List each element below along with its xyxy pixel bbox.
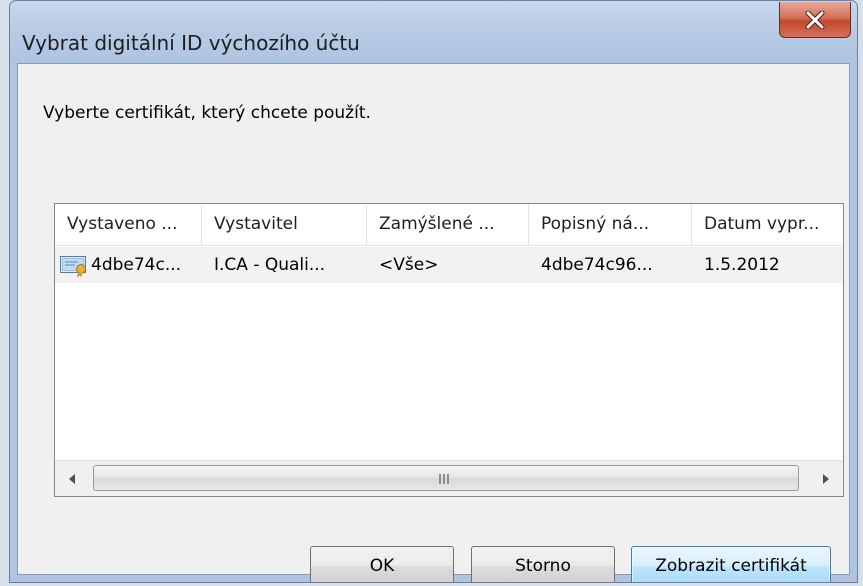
table-row[interactable]: 4dbe74c... I.CA - Quali... <Vše> 4dbe74c…: [55, 247, 843, 283]
grip-icon: [439, 474, 449, 484]
certificate-list[interactable]: Vystaveno ... Vystavitel Zamýšlené ... P…: [54, 203, 844, 497]
column-header-issued-to[interactable]: Vystaveno ...: [55, 204, 202, 245]
cell-issuer: I.CA - Quali...: [214, 255, 326, 275]
ok-button[interactable]: OK: [310, 546, 454, 582]
cell-friendly-name: 4dbe74c96...: [541, 255, 653, 275]
column-header-issuer[interactable]: Vystavitel: [202, 204, 367, 245]
column-header-expiry-date[interactable]: Datum vypr...: [692, 204, 843, 245]
column-header-purpose[interactable]: Zamýšlené ...: [367, 204, 529, 245]
certificate-icon: [60, 256, 86, 277]
scroll-right-button[interactable]: [809, 461, 843, 496]
arrow-left-icon: [69, 473, 75, 484]
cell-issued-to: 4dbe74c...: [91, 255, 182, 275]
view-certificate-button[interactable]: Zobrazit certifikát: [631, 546, 831, 582]
column-header-friendly-name[interactable]: Popisný ná...: [529, 204, 692, 245]
horizontal-scrollbar[interactable]: [55, 460, 843, 496]
close-button[interactable]: [779, 2, 851, 38]
scrollbar-thumb[interactable]: [93, 465, 799, 491]
title-bar[interactable]: Vybrat digitální ID výchozího účtu: [10, 1, 857, 63]
dialog-window: Vybrat digitální ID výchozího účtu Vyber…: [9, 0, 858, 583]
cancel-button[interactable]: Storno: [471, 546, 615, 582]
arrow-right-icon: [823, 473, 829, 484]
cell-purpose: <Vše>: [379, 255, 439, 275]
scroll-left-button[interactable]: [55, 461, 89, 496]
window-title: Vybrat digitální ID výchozího účtu: [22, 31, 360, 55]
close-icon: [805, 10, 825, 29]
list-header: Vystaveno ... Vystavitel Zamýšlené ... P…: [55, 204, 843, 246]
dialog-content: Vyberte certifikát, který chcete použít.…: [17, 63, 850, 582]
instruction-text: Vyberte certifikát, který chcete použít.: [43, 103, 371, 123]
cell-expiry-date: 1.5.2012: [704, 255, 780, 275]
